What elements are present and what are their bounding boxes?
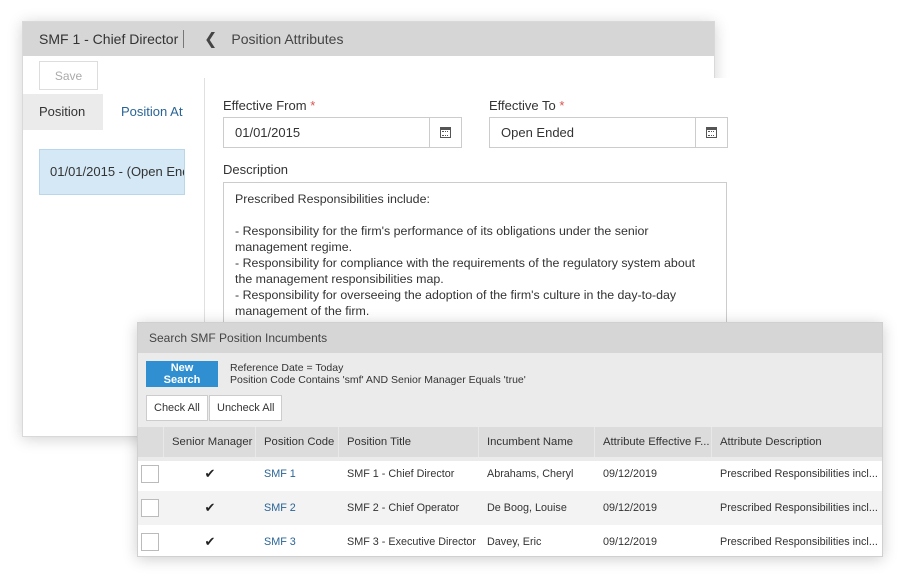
description-cell: Prescribed Responsibilities incl... <box>720 502 878 514</box>
row-checkbox[interactable] <box>141 465 159 483</box>
column-header-position-code[interactable]: Position Code <box>256 427 339 457</box>
effective-to-label-text: Effective To <box>489 98 556 113</box>
column-header-attribute-effective-from[interactable]: Attribute Effective F... <box>595 427 712 457</box>
row-select-cell <box>138 491 164 525</box>
calendar-icon <box>440 127 451 138</box>
effective-from-field[interactable]: 01/01/2015 <box>223 117 462 148</box>
tab-bar: Position Position Attributes <box>23 94 183 130</box>
check-all-button[interactable]: Check All <box>146 395 208 421</box>
row-checkbox[interactable] <box>141 499 159 517</box>
column-header-senior-manager[interactable]: Senior Manager <box>164 427 256 457</box>
description-label: Description <box>223 162 289 177</box>
effective-to-calendar-button[interactable] <box>695 118 727 147</box>
effective-to-value[interactable]: Open Ended <box>490 118 695 147</box>
position-code-link[interactable]: SMF 3 <box>256 525 339 556</box>
search-incumbents-window: Search SMF Position Incumbents New Searc… <box>137 322 883 557</box>
column-header-position-title[interactable]: Position Title <box>339 427 479 457</box>
search-criteria: Reference Date = Today Position Code Con… <box>230 362 526 386</box>
save-button[interactable]: Save <box>39 61 98 90</box>
row-checkbox[interactable] <box>141 533 159 551</box>
incumbent-name-cell: De Boog, Louise <box>487 502 567 514</box>
position-code-link[interactable]: SMF 2 <box>256 491 339 525</box>
effective-from-value[interactable]: 01/01/2015 <box>224 118 429 147</box>
search-window-title: Search SMF Position Incumbents <box>138 323 882 353</box>
effective-to-field[interactable]: Open Ended <box>489 117 728 148</box>
effective-from-cell: 09/12/2019 <box>603 502 658 514</box>
description-cell: Prescribed Responsibilities incl... <box>720 536 878 548</box>
column-header-attribute-description[interactable]: Attribute Description <box>712 427 882 457</box>
row-select-cell <box>138 457 164 491</box>
row-select-cell <box>138 525 164 556</box>
back-chevron-icon[interactable]: ❮ <box>204 29 217 49</box>
senior-manager-check-icon: ✔ <box>204 466 216 481</box>
header-divider <box>183 30 184 48</box>
senior-manager-check-icon: ✔ <box>204 500 216 515</box>
position-code-link[interactable]: SMF 1 <box>256 457 339 491</box>
criteria-reference-date: Reference Date = Today <box>230 362 344 374</box>
effective-from-cell: 09/12/2019 <box>603 468 658 480</box>
table-row[interactable]: ✔ SMF 1 SMF 1 - Chief Director Abrahams,… <box>138 457 882 491</box>
panel-title: Position Attributes <box>231 31 344 47</box>
table-row[interactable]: ✔ SMF 2 SMF 2 - Chief Operator De Boog, … <box>138 491 882 525</box>
results-grid-header: Senior Manager Position Code Position Ti… <box>138 427 882 457</box>
effective-to-label: Effective To * <box>489 98 564 113</box>
effective-from-label: Effective From * <box>223 98 315 113</box>
select-column-header <box>138 427 164 457</box>
date-range-list-item[interactable]: 01/01/2015 - (Open Ended) <box>39 149 185 195</box>
effective-from-cell: 09/12/2019 <box>603 536 658 548</box>
tab-position-attributes[interactable]: Position Attributes <box>103 94 183 130</box>
results-grid: ✔ SMF 1 SMF 1 - Chief Director Abrahams,… <box>138 457 882 556</box>
position-title-cell: SMF 1 - Chief Director <box>347 468 455 480</box>
uncheck-all-button[interactable]: Uncheck All <box>209 395 283 421</box>
table-row[interactable]: ✔ SMF 3 SMF 3 - Executive Director Davey… <box>138 525 882 556</box>
incumbent-name-cell: Abrahams, Cheryl <box>487 468 574 480</box>
window-title: SMF 1 - Chief Director <box>39 31 179 47</box>
column-header-incumbent-name[interactable]: Incumbent Name <box>479 427 595 457</box>
incumbent-name-cell: Davey, Eric <box>487 536 542 548</box>
effective-from-label-text: Effective From <box>223 98 307 113</box>
criteria-filter: Position Code Contains 'smf' AND Senior … <box>230 374 526 386</box>
position-title-cell: SMF 3 - Executive Director <box>347 536 476 548</box>
position-title-cell: SMF 2 - Chief Operator <box>347 502 460 514</box>
calendar-icon <box>706 127 717 138</box>
new-search-button[interactable]: New Search <box>146 361 218 387</box>
required-marker: * <box>310 98 316 113</box>
tab-position[interactable]: Position <box>23 94 103 130</box>
effective-from-calendar-button[interactable] <box>429 118 461 147</box>
required-marker: * <box>559 98 565 113</box>
window-header: SMF 1 - Chief Director ❮ Position Attrib… <box>23 22 714 56</box>
description-cell: Prescribed Responsibilities incl... <box>720 468 878 480</box>
senior-manager-check-icon: ✔ <box>204 534 216 549</box>
